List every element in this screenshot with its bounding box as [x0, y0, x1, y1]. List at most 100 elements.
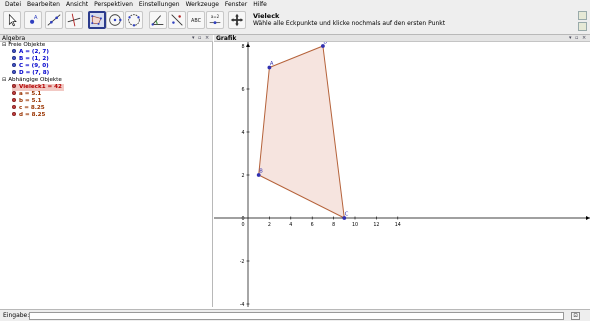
slider-icon: a=2: [209, 14, 221, 25]
panel-menu-icon[interactable]: ▾: [569, 35, 572, 42]
conic-tool-button[interactable]: [125, 11, 143, 29]
list-item[interactable]: C = (9, 0): [12, 63, 49, 70]
list-item[interactable]: c = 8.25: [12, 105, 45, 112]
x-tick-label: 12: [373, 222, 379, 228]
input-label: Eingabe:: [3, 312, 30, 319]
line-tool-button[interactable]: [45, 11, 63, 29]
toolbar: A ABC a=2 Vieleck Wähle alle Eckpunkte u…: [0, 9, 590, 35]
y-axis-arrow-icon: [246, 43, 250, 47]
group-dependent-objects[interactable]: ⊟ Abhängige Objekte: [2, 77, 62, 84]
menu-file[interactable]: Datei: [2, 0, 24, 9]
menu-options[interactable]: Einstellungen: [136, 0, 183, 9]
polygon-icon: [91, 15, 102, 25]
tool-help-text: Wähle alle Eckpunkte und klicke nochmals…: [253, 20, 446, 27]
undo-icon[interactable]: [578, 11, 587, 20]
slider-tool-button[interactable]: a=2: [206, 11, 224, 29]
list-item[interactable]: A = (2, 7): [12, 49, 49, 56]
algebra-panel-header: Algebra ▾ ▫ ×: [0, 35, 213, 42]
circle-icon: [109, 14, 122, 26]
x-tick-label: 8: [332, 222, 335, 228]
menu-bar: Datei Bearbeiten Ansicht Perspektiven Ei…: [0, 0, 590, 9]
list-item-selected[interactable]: Vieleck1 = 42: [12, 84, 64, 91]
point-label-b: B: [259, 169, 263, 175]
y-tick-label: 6: [241, 87, 244, 93]
visibility-toggle-icon[interactable]: [12, 49, 16, 53]
undock-icon[interactable]: ▫: [198, 35, 201, 42]
close-icon[interactable]: ×: [205, 35, 209, 42]
menu-perspectives[interactable]: Perspektiven: [91, 0, 136, 9]
visibility-toggle-icon[interactable]: [12, 84, 16, 88]
visibility-toggle-icon[interactable]: [12, 98, 16, 102]
point-label-a: A: [270, 61, 274, 67]
tool-help-title: Vieleck: [253, 12, 280, 20]
svg-text:ABC: ABC: [191, 18, 202, 24]
text-icon: ABC: [191, 18, 202, 24]
collapse-icon[interactable]: ⊟: [2, 42, 6, 49]
visibility-toggle-icon[interactable]: [12, 70, 16, 74]
line-icon: [47, 14, 61, 26]
panel-menu-icon[interactable]: ▾: [192, 35, 195, 42]
point-tool-button[interactable]: A: [24, 11, 42, 29]
graphics-panel-title: Grafik: [216, 35, 237, 42]
y-tick-label: 4: [241, 130, 244, 136]
list-item[interactable]: b = 5.1: [12, 98, 42, 105]
collapse-icon[interactable]: ⊟: [2, 77, 6, 84]
circle-tool-button[interactable]: [106, 11, 124, 29]
arrow-cursor-icon: [8, 13, 17, 27]
circle-three-points-icon: [128, 14, 140, 27]
toolbar-side-buttons: [578, 11, 588, 33]
menu-edit[interactable]: Bearbeiten: [24, 0, 63, 9]
list-item[interactable]: B = (1, 2): [12, 56, 49, 63]
polygon-tool-button[interactable]: [88, 11, 106, 29]
visibility-toggle-icon[interactable]: [12, 56, 16, 60]
text-tool-button[interactable]: ABC: [187, 11, 205, 29]
list-item[interactable]: D = (7, 8): [12, 70, 49, 77]
menu-help[interactable]: Hilfe: [250, 0, 270, 9]
svg-text:a=2: a=2: [211, 14, 220, 19]
graphics-view[interactable]: 0 2 4 6 8 10 12 14 8 6 4 2 0 -2 -4 A B C D: [214, 42, 590, 307]
visibility-toggle-icon[interactable]: [12, 105, 16, 109]
undock-icon[interactable]: ▫: [575, 35, 578, 42]
input-field[interactable]: [29, 312, 564, 320]
y-tick-label: 8: [241, 44, 244, 50]
group-free-objects[interactable]: ⊟ Freie Objekte: [2, 42, 45, 49]
menu-view[interactable]: Ansicht: [63, 0, 91, 9]
graphics-panel-header: Grafik ▾ ▫ ×: [214, 35, 590, 42]
y-tick-label: -4: [240, 302, 245, 307]
polygon-vieleck1: [258, 45, 345, 219]
help-icon[interactable]: ⊡: [571, 312, 580, 320]
x-tick-label: 4: [289, 222, 292, 228]
x-tick-label: 10: [352, 222, 358, 228]
visibility-toggle-icon[interactable]: [12, 63, 16, 67]
close-icon[interactable]: ×: [582, 35, 586, 42]
list-item[interactable]: d = 8.25: [12, 112, 45, 119]
point-icon: A: [30, 15, 38, 24]
tool-help: Vieleck Wähle alle Eckpunkte und klicke …: [253, 12, 445, 28]
menu-tools[interactable]: Werkzeuge: [183, 0, 222, 9]
x-tick-label: 14: [395, 222, 401, 228]
perpendicular-tool-button[interactable]: [65, 11, 83, 29]
redo-icon[interactable]: [578, 22, 587, 31]
coordinate-plane[interactable]: 0 2 4 6 8 10 12 14 8 6 4 2 0 -2 -4 A B C D: [214, 42, 590, 307]
visibility-toggle-icon[interactable]: [12, 91, 16, 95]
input-bar: Eingabe: ⊡: [0, 309, 590, 321]
angle-tool-button[interactable]: [149, 11, 167, 29]
point-label-d: D: [323, 42, 327, 46]
move-view-tool-button[interactable]: [228, 11, 246, 29]
reflect-tool-button[interactable]: [168, 11, 186, 29]
y-tick-label: 2: [241, 173, 244, 179]
y-tick-label: 0: [241, 216, 244, 222]
y-tick-label: -2: [240, 259, 245, 265]
x-tick-label: 2: [268, 222, 271, 228]
svg-text:A: A: [34, 15, 38, 21]
move-graphics-view-icon: [230, 13, 244, 27]
menu-window[interactable]: Fenster: [222, 0, 250, 9]
point-label-c: C: [345, 212, 349, 218]
list-item[interactable]: a = 5.1: [12, 91, 41, 98]
x-tick-label: 0: [241, 222, 244, 228]
reflect-about-line-icon: [171, 14, 183, 26]
visibility-toggle-icon[interactable]: [12, 112, 16, 116]
algebra-view: ⊟ Freie Objekte A = (2, 7) B = (1, 2) C =…: [0, 42, 213, 307]
move-tool-button[interactable]: [3, 11, 21, 29]
algebra-panel-title: Algebra: [2, 35, 26, 42]
